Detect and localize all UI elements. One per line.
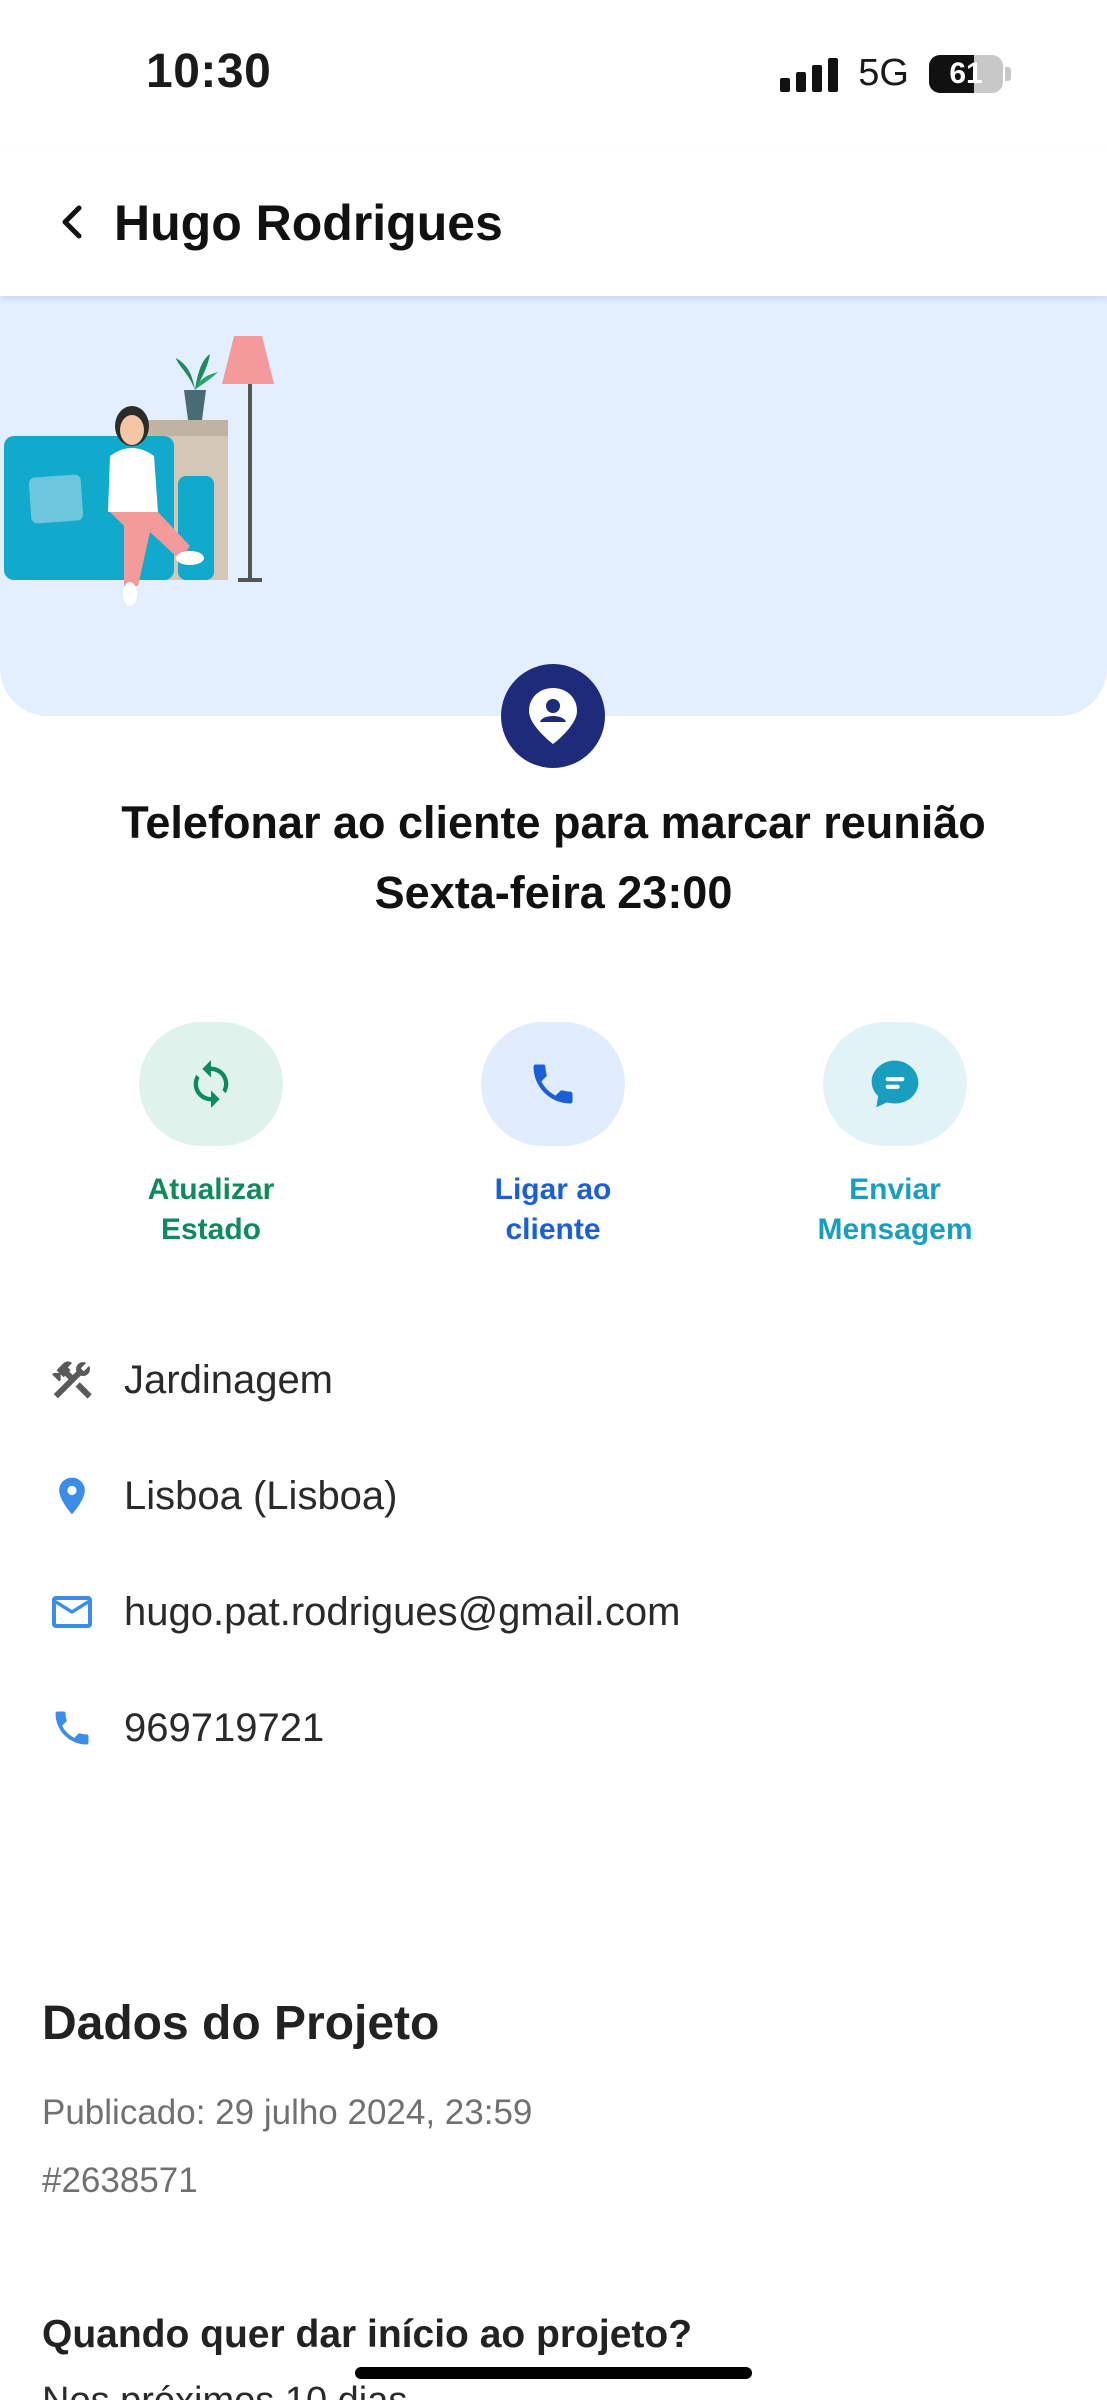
update-status-label: Atualizar Estado: [91, 1170, 331, 1250]
app-header: Hugo Rodrigues: [0, 150, 1107, 296]
battery-level: 61: [949, 56, 983, 90]
home-indicator[interactable]: [355, 2367, 752, 2379]
project-section-title: Dados do Projeto: [42, 1997, 440, 2050]
status-indicators: 5G 61: [780, 52, 1011, 95]
phone-small-icon: [42, 1698, 102, 1758]
chat-icon: [871, 1060, 919, 1108]
update-status-circle[interactable]: [139, 1022, 283, 1146]
location-person-icon: [529, 688, 577, 744]
tools-icon: [42, 1350, 102, 1410]
task-title: Telefonar ao cliente para marcar reunião: [121, 797, 986, 848]
battery-cap: [1005, 66, 1011, 81]
project-question: Quando quer dar início ao projeto?: [42, 2313, 693, 2356]
task-time: Sexta-feira 23:00: [374, 867, 733, 918]
location-badge: [501, 664, 605, 768]
chevron-left-icon: [62, 205, 82, 239]
call-client-circle[interactable]: [481, 1022, 625, 1146]
email-text[interactable]: hugo.pat.rodrigues@gmail.com: [124, 1590, 680, 1635]
update-status-button[interactable]: Atualizar Estado: [91, 1022, 331, 1250]
phone-row[interactable]: 969719721: [42, 1698, 324, 1758]
task-banner: [0, 296, 1107, 716]
call-client-label-line2: cliente: [505, 1213, 601, 1246]
phone-text[interactable]: 969719721: [124, 1706, 324, 1751]
category-text: Jardinagem: [124, 1357, 334, 1402]
published-date: Publicado: 29 julho 2024, 23:59: [42, 2093, 533, 2132]
call-client-label: Ligar ao cliente: [433, 1170, 673, 1250]
update-status-label-line2: Estado: [160, 1213, 262, 1246]
status-bar: 10:30 5G 61: [0, 0, 1107, 150]
person-on-sofa-illustration: [4, 336, 274, 606]
signal-icon: [780, 56, 839, 92]
send-message-circle[interactable]: [823, 1022, 967, 1146]
update-status-label-line1: Atualizar: [147, 1173, 275, 1206]
back-button[interactable]: [46, 196, 98, 248]
location-text: Lisboa (Lisboa): [124, 1473, 398, 1518]
project-id: #2638571: [42, 2161, 198, 2200]
send-message-button[interactable]: Enviar Mensagem: [775, 1022, 1015, 1250]
page-title: Hugo Rodrigues: [114, 195, 503, 251]
send-message-label-line2: Mensagem: [817, 1213, 973, 1246]
email-row[interactable]: hugo.pat.rodrigues@gmail.com: [42, 1582, 680, 1642]
phone-icon: [533, 1064, 573, 1104]
battery-icon: 61: [929, 54, 1003, 93]
location-pin-icon: [42, 1466, 102, 1526]
call-client-button[interactable]: Ligar ao cliente: [433, 1022, 673, 1250]
location-row: Lisboa (Lisboa): [42, 1466, 398, 1526]
category-row: Jardinagem: [42, 1350, 333, 1410]
network-type: 5G: [858, 52, 909, 94]
refresh-icon: [193, 1060, 229, 1108]
project-answer: Nos próximos 10 dias: [42, 2380, 407, 2400]
call-client-label-line1: Ligar ao: [494, 1173, 612, 1206]
send-message-label: Enviar Mensagem: [775, 1170, 1015, 1250]
mail-icon: [42, 1582, 102, 1642]
send-message-label-line1: Enviar: [849, 1173, 941, 1206]
status-time: 10:30: [146, 45, 272, 98]
